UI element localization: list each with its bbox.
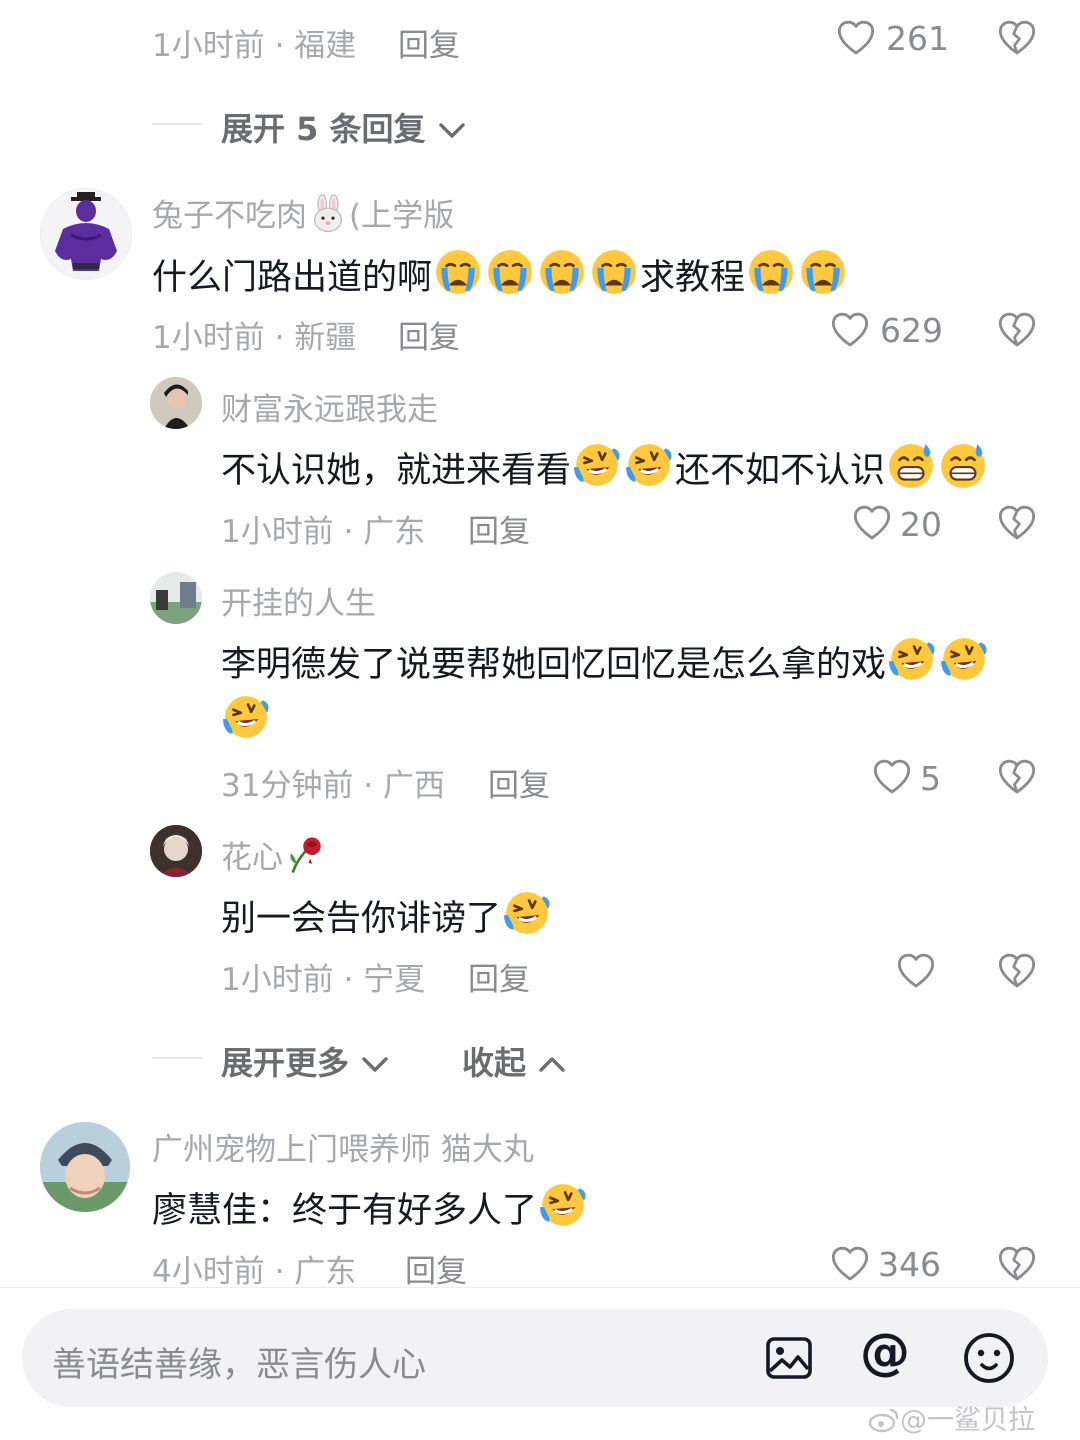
grinning-sweat-emoji-icon	[886, 440, 936, 490]
divider	[152, 1057, 202, 1059]
comment-input-bar[interactable]: 善语结善缘，恶言伤人心 @	[22, 1309, 1048, 1407]
image-icon[interactable]	[764, 1333, 814, 1383]
comment-meta: 1小时前 · 新疆	[152, 320, 357, 356]
crying-emoji-icon	[433, 247, 483, 297]
laughing-tears-emoji-icon	[624, 440, 674, 490]
purple-muscle-man-avatar-icon	[55, 192, 117, 271]
comment-text-a: 廖慧佳：终于有好多人了	[152, 1191, 538, 1231]
like-count: 261	[886, 19, 949, 58]
avatar[interactable]	[150, 825, 202, 877]
reply-button[interactable]: 回复	[398, 20, 460, 65]
crying-emoji-icon	[798, 247, 848, 297]
chevron-up-icon	[539, 1057, 565, 1072]
dislike-broken-heart-icon[interactable]	[997, 1244, 1037, 1284]
username[interactable]: 花心	[221, 832, 327, 877]
anime-character-avatar-icon	[150, 825, 202, 877]
reply-button[interactable]: 回复	[398, 312, 460, 357]
laughing-tears-emoji-icon	[502, 888, 552, 938]
reply-button[interactable]: 回复	[468, 954, 530, 999]
like-count: 629	[880, 311, 943, 350]
comment-text-a: 什么门路出道的啊	[152, 258, 433, 298]
like-heart-icon[interactable]	[852, 503, 892, 543]
laughing-tears-emoji-icon	[887, 634, 937, 684]
collapse-button[interactable]: 收起	[462, 1038, 567, 1084]
expand-replies-button[interactable]: 展开 5 条回复	[221, 104, 467, 150]
emoji-face-icon[interactable]	[962, 1331, 1016, 1385]
avatar[interactable]	[40, 188, 132, 280]
dislike-broken-heart-icon[interactable]	[997, 310, 1037, 350]
laughing-tears-emoji-icon	[538, 1180, 588, 1230]
username-text: 兔子不吃肉	[152, 198, 307, 234]
like-count: 20	[900, 505, 942, 544]
mention-at-icon[interactable]: @	[860, 1323, 910, 1381]
scene-photo-avatar-icon	[150, 572, 202, 624]
username-suffix: (上学版	[349, 198, 455, 234]
divider	[0, 1287, 1080, 1288]
like-count: 5	[920, 759, 941, 798]
expand-replies-label: 展开 5 条回复	[221, 110, 426, 148]
person-helmet-avatar-icon	[40, 1122, 130, 1212]
like-heart-icon[interactable]	[896, 951, 936, 991]
laughing-tears-emoji-icon	[939, 634, 989, 684]
reply-button[interactable]: 回复	[468, 506, 530, 551]
divider	[152, 123, 202, 125]
chevron-down-icon	[439, 123, 465, 138]
watermark: @一鲨贝拉	[868, 1398, 1035, 1437]
crying-emoji-icon	[485, 247, 535, 297]
comment-meta: 31分钟前 · 广西	[221, 768, 446, 804]
comment-text: 李明德发了说要帮她回忆回忆是怎么拿的戏	[221, 634, 990, 687]
grinning-sweat-emoji-icon	[938, 440, 988, 490]
expand-more-button[interactable]: 展开更多	[221, 1038, 390, 1084]
comment-input-placeholder[interactable]: 善语结善缘，恶言伤人心	[52, 1337, 426, 1386]
reply-button[interactable]: 回复	[488, 760, 550, 805]
comment-text: 廖慧佳：终于有好多人了	[152, 1180, 589, 1233]
comment-text-a: 别一会告你诽谤了	[221, 899, 502, 939]
username[interactable]: 广州宠物上门喂养师 猫大丸	[152, 1124, 534, 1169]
comment-text-continuation	[221, 692, 271, 746]
like-heart-icon[interactable]	[836, 18, 876, 58]
avatar[interactable]	[40, 1122, 130, 1212]
avatar[interactable]	[150, 377, 202, 429]
comment-meta: 1小时前 · 广东	[221, 514, 426, 550]
comment-text: 别一会告你诽谤了	[221, 888, 553, 941]
username-text: 花心	[221, 840, 283, 876]
dislike-broken-heart-icon[interactable]	[997, 503, 1037, 543]
username[interactable]: 开挂的人生	[221, 578, 376, 623]
watermark-text: @一鲨贝拉	[900, 1405, 1035, 1436]
comment-text: 什么门路出道的啊 求教程	[152, 247, 849, 300]
comment-meta: 4小时前 · 广东	[152, 1254, 357, 1290]
weibo-logo-icon	[868, 1408, 899, 1433]
like-heart-icon[interactable]	[872, 757, 912, 797]
person-photo-avatar-icon	[150, 377, 202, 429]
reply-button[interactable]: 回复	[405, 1246, 467, 1291]
comment-meta: 1小时前 · 福建	[152, 28, 357, 64]
dislike-broken-heart-icon[interactable]	[997, 757, 1037, 797]
like-count: 346	[878, 1245, 941, 1284]
comment-text-b: 求教程	[640, 258, 746, 298]
like-heart-icon[interactable]	[830, 1244, 870, 1284]
comment-text-b: 还不如不认识	[675, 451, 886, 491]
rabbit-face-icon	[308, 194, 348, 234]
chevron-down-icon	[362, 1057, 388, 1072]
crying-emoji-icon	[589, 247, 639, 297]
laughing-tears-emoji-icon	[221, 692, 271, 742]
comment-text-a: 李明德发了说要帮她回忆回忆是怎么拿的戏	[221, 645, 887, 685]
comment-text: 不认识她，就进来看看 还不如不认识	[221, 440, 989, 493]
username[interactable]: 兔子不吃肉 (上学版	[152, 190, 454, 235]
crying-emoji-icon	[537, 247, 587, 297]
collapse-label: 收起	[462, 1044, 527, 1082]
comment-text-a: 不认识她，就进来看看	[221, 451, 572, 491]
comment-meta: 1小时前 · 宁夏	[221, 962, 426, 998]
expand-more-label: 展开更多	[221, 1044, 350, 1082]
wilted-rose-icon	[284, 834, 326, 876]
username[interactable]: 财富永远跟我走	[221, 384, 438, 429]
crying-emoji-icon	[746, 247, 796, 297]
dislike-broken-heart-icon[interactable]	[997, 951, 1037, 991]
dislike-broken-heart-icon[interactable]	[997, 18, 1037, 58]
like-heart-icon[interactable]	[830, 310, 870, 350]
avatar[interactable]	[150, 572, 202, 624]
laughing-tears-emoji-icon	[572, 440, 622, 490]
